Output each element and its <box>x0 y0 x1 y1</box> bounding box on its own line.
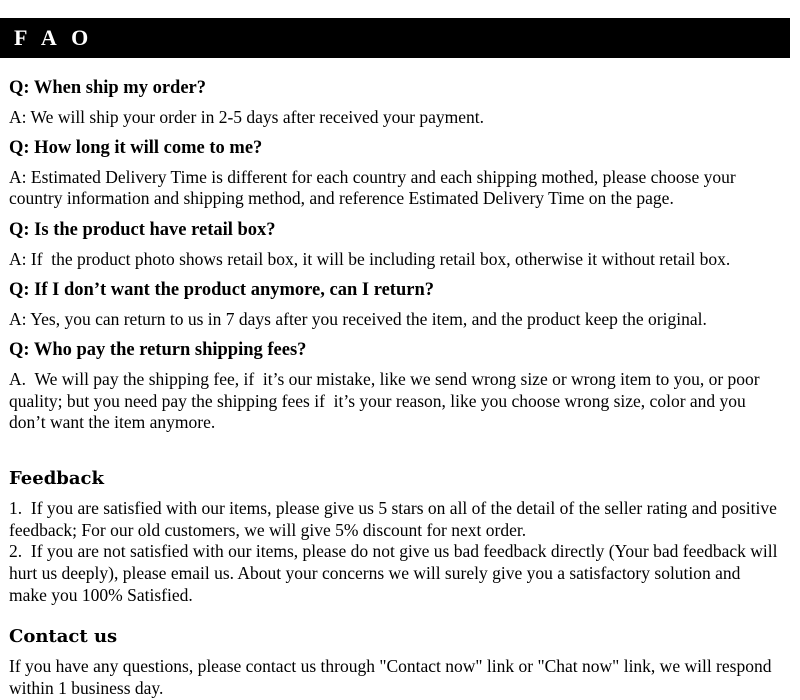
faq-question: Q: If I don’t want the product anymore, … <box>9 280 434 301</box>
faq-answer: A: We will ship your order in 2-5 days a… <box>9 106 485 127</box>
faq-item: Q: Who pay the return shipping fees? A. … <box>9 330 780 434</box>
contact-text: If you have any questions, please contac… <box>9 656 776 699</box>
faq-question: Q: When ship my order? <box>9 78 207 98</box>
feedback-point-two: 2. If you are not satisfied with our ite… <box>9 541 782 605</box>
faq-answer: A: Yes, you can return to us in 7 days a… <box>9 308 707 329</box>
faq-answer: A: Estimated Delivery Time is different … <box>9 166 741 209</box>
faq-question: Q: Is the product have retail box? <box>9 220 276 241</box>
faq-question: Q: Who pay the return shipping fees? <box>9 340 307 361</box>
faq-item: Q: If I don’t want the product anymore, … <box>9 270 780 330</box>
faq-page: F A O Q: When ship my order? A: We will … <box>0 0 800 700</box>
feedback-heading: Feedback <box>9 468 104 489</box>
faq-question: Q: How long it will come to me? <box>9 138 263 159</box>
faq-item: Q: How long it will come to me? A: Estim… <box>9 128 780 210</box>
feedback-point-one: 1. If you are satisfied with our items, … <box>9 498 782 540</box>
contact-heading: Contact us <box>9 626 118 648</box>
faq-answer: A. We will pay the shipping fee, if it’s… <box>9 368 765 433</box>
faq-answer: A: If the product photo shows retail box… <box>9 248 731 269</box>
faq-banner-title: F A O <box>14 25 94 50</box>
faq-item: Q: Is the product have retail box? A: If… <box>9 210 780 270</box>
faq-item: Q: When ship my order? A: We will ship y… <box>9 68 780 128</box>
faq-content: Q: When ship my order? A: We will ship y… <box>0 68 790 700</box>
faq-banner: F A O <box>0 18 790 58</box>
